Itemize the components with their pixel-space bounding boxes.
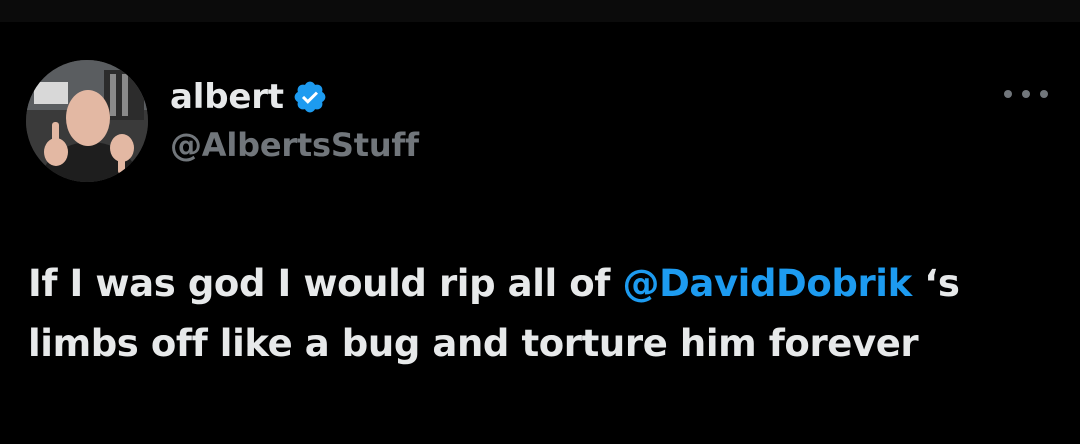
tweet-text: If I was god I would rip all of @DavidDo… xyxy=(28,254,1048,374)
display-name[interactable]: albert xyxy=(170,77,284,117)
tweet-text-line: limbs off like a bug and torture him for… xyxy=(28,322,919,365)
mention-link[interactable]: @DavidDobrik xyxy=(622,262,912,305)
avatar[interactable] xyxy=(26,60,148,182)
ellipsis-icon[interactable] xyxy=(1004,84,1048,104)
dot xyxy=(1022,90,1030,98)
dot xyxy=(1040,90,1048,98)
tweet-text-part: If I was god I would rip all of xyxy=(28,262,623,305)
tweet-card[interactable]: albert @AlbertsStuff If I was god I woul… xyxy=(0,22,1080,444)
tweet-header: albert @AlbertsStuff xyxy=(170,74,419,164)
name-row: albert xyxy=(170,74,419,120)
verified-badge-icon[interactable] xyxy=(292,79,328,115)
dot xyxy=(1004,90,1012,98)
handle[interactable]: @AlbertsStuff xyxy=(170,126,419,164)
avatar-image xyxy=(26,60,148,182)
tweet-text-part: ‘s xyxy=(911,262,960,305)
top-strip xyxy=(0,0,1080,22)
